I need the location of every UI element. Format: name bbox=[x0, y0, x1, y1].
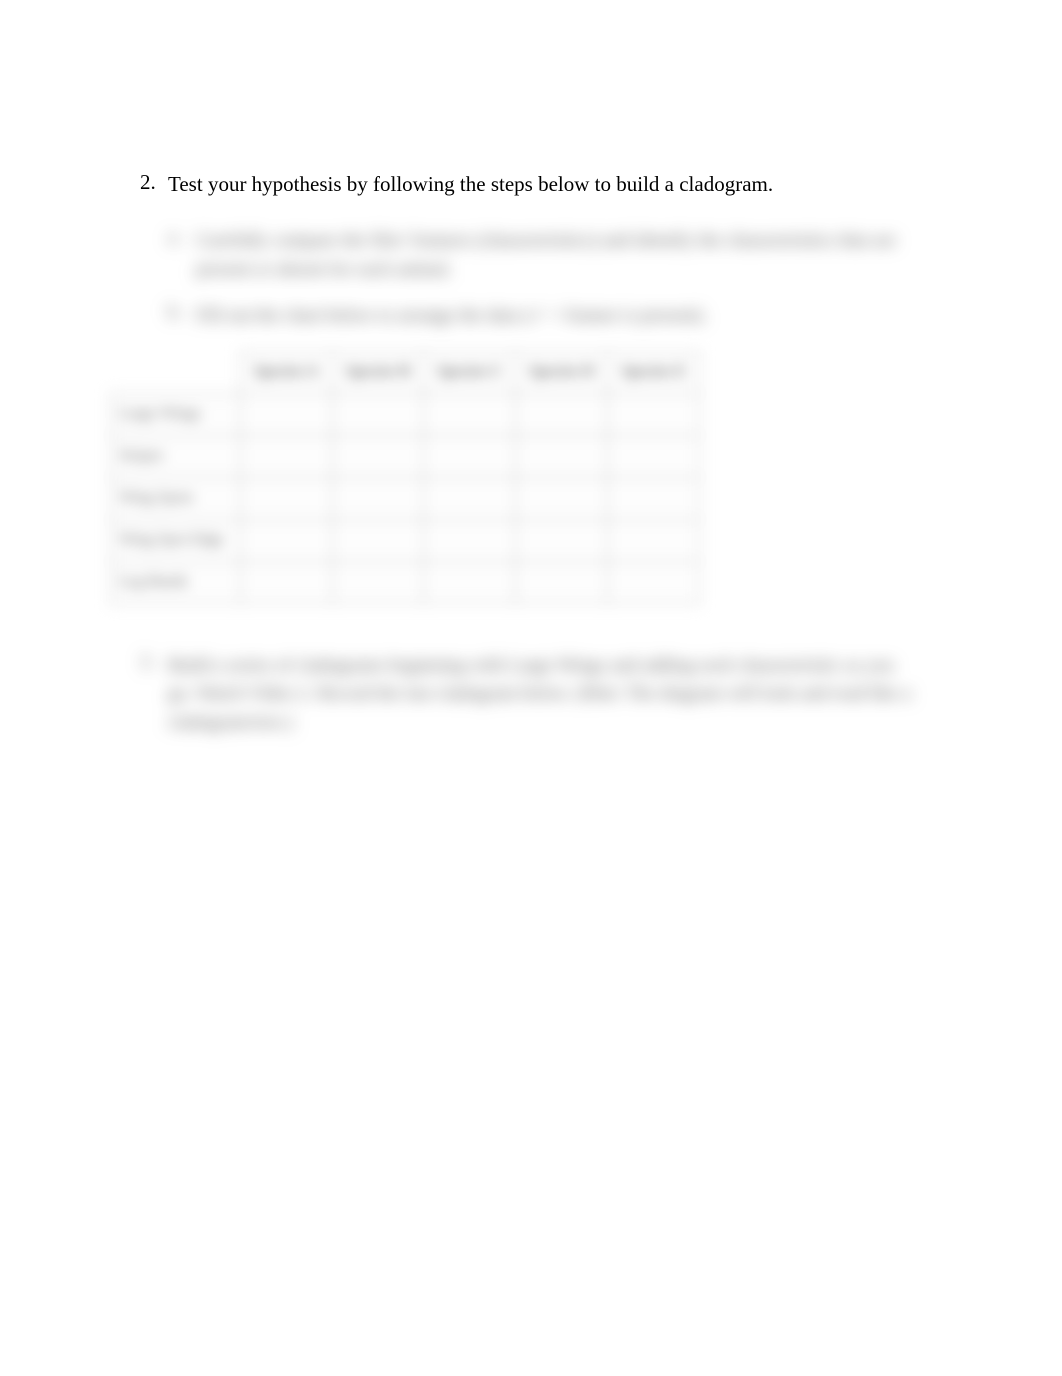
table-row: Leg Bands bbox=[111, 561, 700, 603]
row-label: Leg Bands bbox=[111, 561, 241, 603]
row-label: Wing Spots bbox=[111, 477, 241, 519]
sub-text: Carefully compare the files' features (c… bbox=[196, 227, 920, 284]
cell bbox=[240, 561, 332, 603]
cell bbox=[608, 519, 700, 561]
cell bbox=[332, 393, 424, 435]
col-header: Species D bbox=[516, 351, 608, 393]
characteristics-table: Species A Species B Species C Species D … bbox=[110, 351, 920, 604]
cell bbox=[608, 477, 700, 519]
cell bbox=[240, 435, 332, 477]
table-corner bbox=[111, 351, 241, 393]
cell bbox=[332, 477, 424, 519]
item-text: Build a series of cladograms beginning w… bbox=[168, 652, 920, 738]
cell bbox=[608, 435, 700, 477]
sub-list: a. Carefully compare the files' features… bbox=[168, 227, 920, 331]
list-item-3: 3. Build a series of cladograms beginnin… bbox=[140, 652, 920, 738]
sub-letter: b. bbox=[168, 302, 196, 324]
cell bbox=[516, 477, 608, 519]
row-label: Wing Spot Edge bbox=[111, 519, 241, 561]
cell bbox=[332, 561, 424, 603]
item-number: 3. bbox=[140, 652, 168, 674]
row-label: Large Wings bbox=[111, 393, 241, 435]
sub-text: Fill out the chart below to arrange the … bbox=[196, 302, 707, 331]
cell bbox=[332, 519, 424, 561]
table-row: Wing Spots bbox=[111, 477, 700, 519]
cell bbox=[424, 393, 516, 435]
cell bbox=[332, 435, 424, 477]
cell bbox=[516, 435, 608, 477]
sub-letter: a. bbox=[168, 227, 196, 249]
cell bbox=[516, 393, 608, 435]
sub-item-b: b. Fill out the chart below to arrange t… bbox=[168, 302, 920, 331]
col-header: Species C bbox=[424, 351, 516, 393]
cell bbox=[608, 561, 700, 603]
table-row: Large Wings bbox=[111, 393, 700, 435]
cell bbox=[424, 519, 516, 561]
col-header: Species A bbox=[240, 351, 332, 393]
cell bbox=[516, 561, 608, 603]
list-item-2: 2. Test your hypothesis by following the… bbox=[140, 170, 920, 199]
cell bbox=[516, 519, 608, 561]
col-header: Species B bbox=[332, 351, 424, 393]
item-number: 2. bbox=[140, 170, 168, 195]
table-row: Wing Spot Edge bbox=[111, 519, 700, 561]
cell bbox=[424, 435, 516, 477]
table-row: Stripes bbox=[111, 435, 700, 477]
col-header: Species E bbox=[608, 351, 700, 393]
row-label: Stripes bbox=[111, 435, 241, 477]
cell bbox=[424, 561, 516, 603]
cell bbox=[240, 519, 332, 561]
cell bbox=[240, 477, 332, 519]
cell bbox=[240, 393, 332, 435]
cell bbox=[424, 477, 516, 519]
sub-item-a: a. Carefully compare the files' features… bbox=[168, 227, 920, 284]
cell bbox=[608, 393, 700, 435]
item-text: Test your hypothesis by following the st… bbox=[168, 170, 773, 199]
